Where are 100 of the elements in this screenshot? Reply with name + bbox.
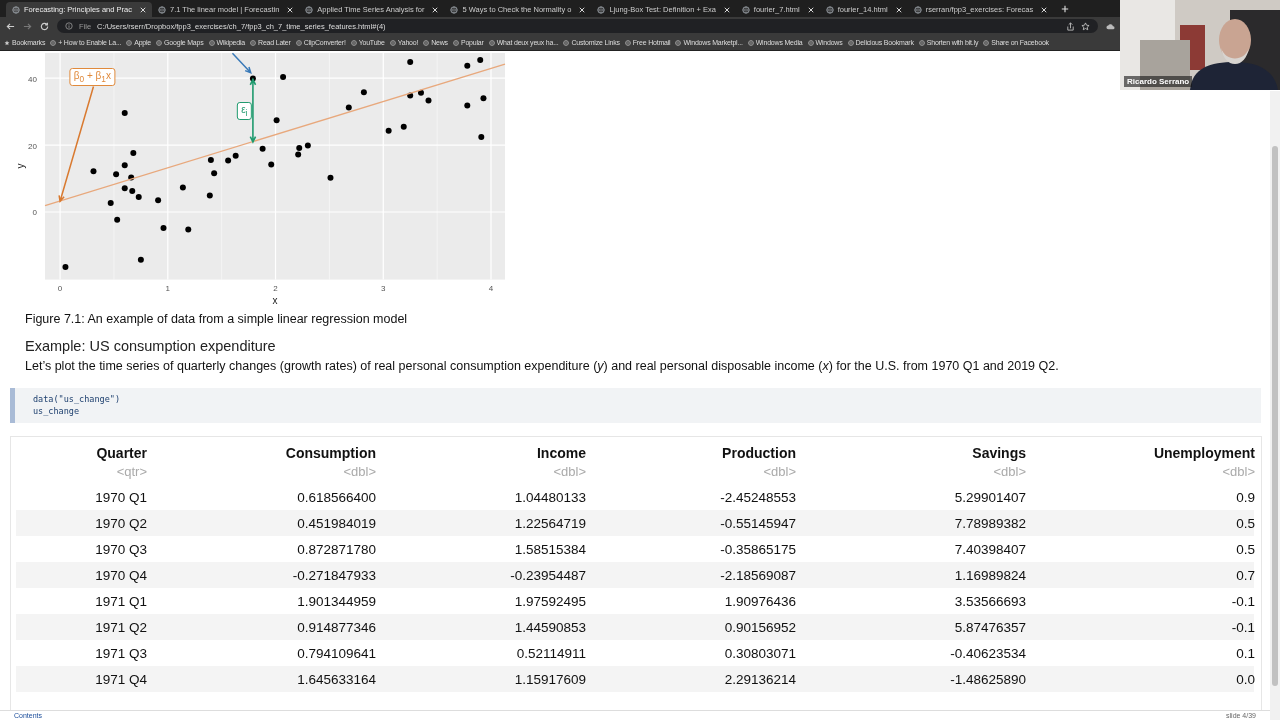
globe-icon	[983, 39, 990, 46]
data-point	[464, 62, 471, 69]
globe-icon	[208, 39, 215, 46]
column-header: Unemployment	[1152, 445, 1255, 461]
globe-icon	[305, 5, 314, 14]
annotation-label: β$_{0}$ + β$_{1}$x	[69, 68, 115, 87]
paragraph: Let’s plot the time series of quarterly changes (growth rates) of real personal consumption expenditure (y) and real personal disposable income (x) for the U.S. from 1970 Q1 and 2019 Q2.	[24, 359, 1060, 373]
data-point	[90, 168, 97, 175]
scrollbar[interactable]	[1270, 91, 1280, 720]
globe-icon	[295, 39, 302, 46]
globe-icon	[12, 5, 20, 14]
table-cell-text: 0.451984019	[296, 515, 376, 531]
tick-label: 1	[165, 283, 171, 293]
column-type: <qtr>	[115, 464, 147, 479]
data-point	[121, 109, 128, 116]
data-point	[259, 145, 266, 152]
table-cell-text: 1.645633164	[296, 671, 376, 687]
table-cell-text: 1971 Q2	[94, 619, 147, 635]
table-cell-text: 1970 Q3	[94, 541, 147, 557]
table-cell-text: 1970 Q4	[94, 567, 147, 583]
globe-icon	[597, 5, 606, 14]
share-icon[interactable]	[1066, 21, 1075, 31]
data-point	[114, 216, 121, 223]
globe-icon	[423, 39, 430, 46]
close-icon[interactable]	[807, 6, 814, 13]
close-icon[interactable]	[287, 6, 294, 13]
figure-caption: Figure 7.1: An example of data from a simple linear regression model	[24, 312, 409, 326]
table-cell-text: 0.9	[1235, 489, 1255, 505]
annotation-label: ε$_{i}$	[237, 102, 252, 121]
table-cell-text: 0.794109641	[296, 645, 376, 661]
table-cell-text: -0.271847933	[291, 567, 376, 583]
close-icon[interactable]	[139, 6, 146, 13]
close-icon[interactable]	[1041, 6, 1048, 13]
globe-icon	[624, 39, 631, 46]
data-point	[345, 104, 352, 111]
code-line: data("us_change")	[33, 393, 121, 405]
table-cell-text: 0.618566400	[296, 489, 376, 505]
close-icon[interactable]	[579, 6, 586, 13]
close-icon[interactable]	[723, 6, 730, 13]
section-heading: Example: US consumption expenditure	[24, 338, 277, 354]
column-type: <dbl>	[762, 464, 796, 479]
reload-icon[interactable]	[40, 21, 49, 31]
info-icon[interactable]	[65, 22, 73, 30]
table-cell-text: 1.58515384	[513, 541, 586, 557]
table-cell-text: 1.15917609	[513, 671, 586, 687]
globe-icon	[563, 39, 570, 46]
tick-label: 4	[488, 283, 494, 293]
forward-icon[interactable]	[23, 21, 32, 31]
data-point	[113, 171, 120, 178]
table-cell-text: 1970 Q2	[94, 515, 147, 531]
back-icon[interactable]	[6, 21, 15, 31]
column-header: Income	[536, 445, 586, 461]
cloud-icon[interactable]	[1106, 21, 1115, 31]
table-cell-text: 0.914877346	[296, 619, 376, 635]
data-point	[179, 184, 186, 191]
globe-icon	[157, 5, 166, 14]
globe-icon	[918, 39, 925, 46]
close-icon[interactable]	[895, 6, 902, 13]
globe-icon	[675, 39, 682, 46]
data-point	[249, 75, 256, 82]
globe-icon	[450, 5, 459, 14]
globe-icon	[741, 5, 750, 14]
table-cell-text: -0.55145947	[719, 515, 796, 531]
column-type: <dbl>	[992, 464, 1026, 479]
new-tab-icon[interactable]	[1061, 4, 1070, 13]
data-point	[155, 197, 162, 204]
star-icon[interactable]	[1081, 21, 1090, 31]
table-cell-text: 3.53566693	[953, 593, 1026, 609]
data-point	[480, 95, 487, 102]
data-point	[464, 102, 471, 109]
close-icon[interactable]	[432, 6, 439, 13]
star-icon	[4, 39, 10, 46]
data-point	[211, 170, 218, 177]
globe-icon	[913, 5, 922, 14]
data-point	[407, 92, 414, 99]
table-cell-text: 1.04480133	[513, 489, 586, 505]
table-cell-text: 0.30803071	[723, 645, 796, 661]
table-cell-text: 1.22564719	[513, 515, 586, 531]
table-cell-text: 0.5	[1235, 515, 1255, 531]
table-cell-text: -2.45248553	[719, 489, 796, 505]
axis-label: x	[272, 294, 278, 306]
data-point	[477, 57, 484, 64]
column-type: <dbl>	[1221, 464, 1255, 479]
table-cell-text: -1.48625890	[949, 671, 1026, 687]
data-point	[130, 150, 137, 157]
table-cell-text: 1.44590853	[513, 619, 586, 635]
data-point	[137, 256, 144, 263]
table-cell-text: 1971 Q3	[94, 645, 147, 661]
table-cell-text: 1.90976436	[723, 593, 796, 609]
tick-label: 0	[32, 208, 37, 218]
table-cell-text: 1971 Q1	[94, 593, 147, 609]
table-cell-text: 1.16989824	[953, 567, 1026, 583]
table-cell-text: 0.1	[1235, 645, 1255, 661]
column-header: Production	[721, 445, 796, 461]
data-point	[206, 192, 213, 199]
axis-label: y	[15, 163, 27, 169]
arrow	[231, 52, 252, 74]
globe-icon	[747, 39, 754, 46]
double-arrow	[249, 77, 257, 144]
data-point	[62, 263, 69, 270]
